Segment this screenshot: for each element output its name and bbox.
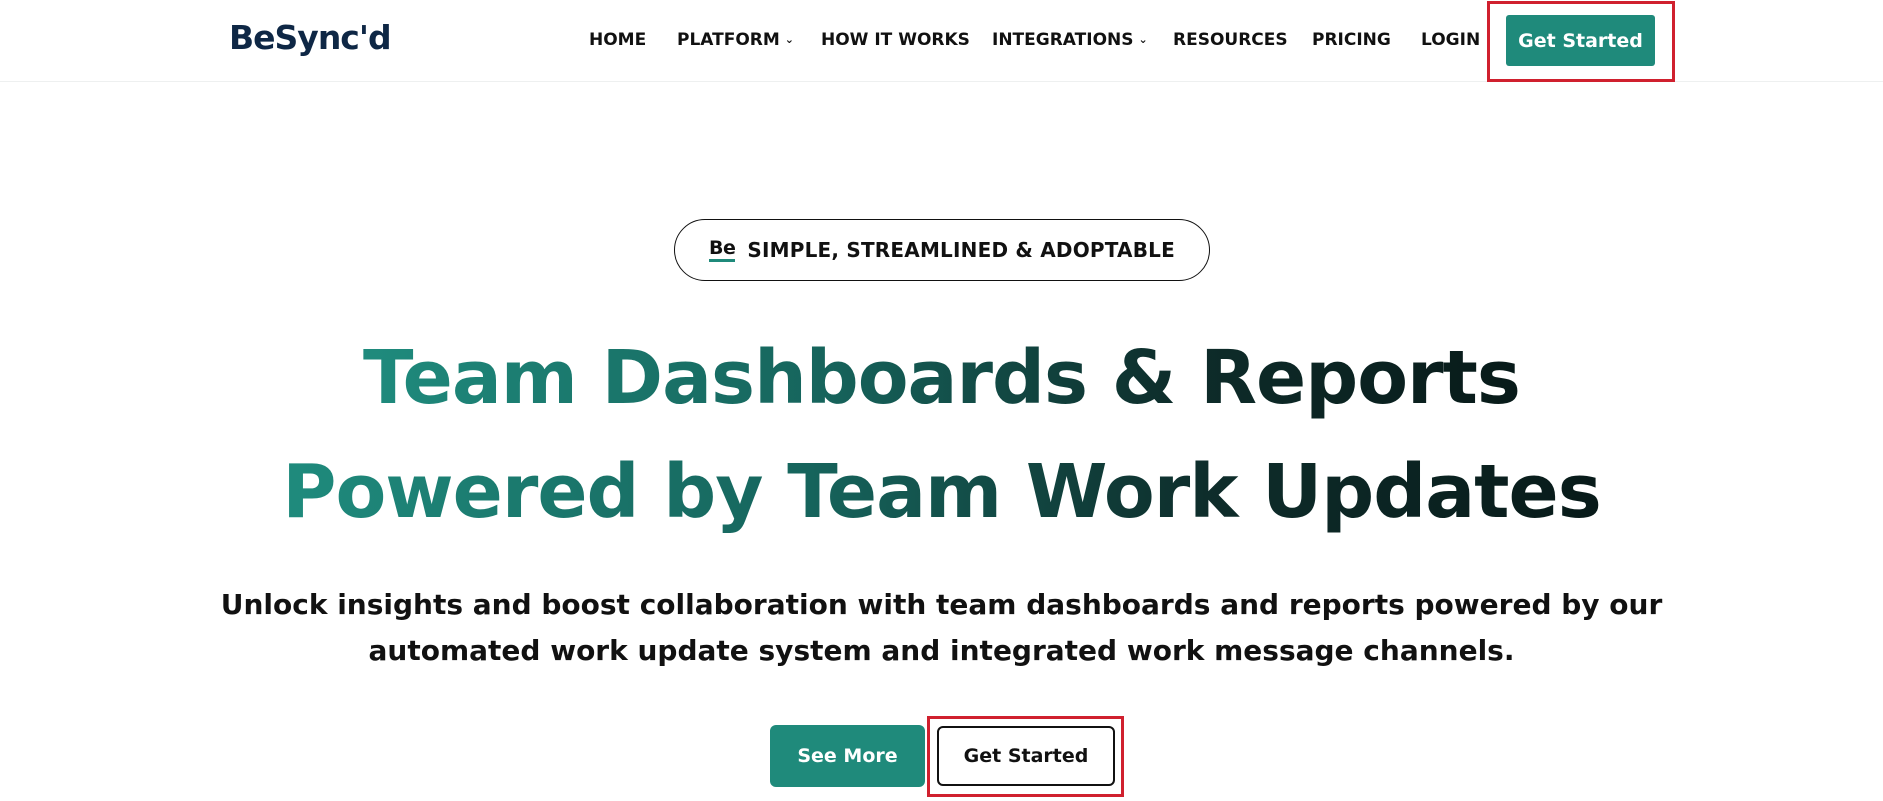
top-navbar: BeSync'd HOME PLATFORM ⌄ HOW IT WORKS INT… bbox=[0, 0, 1883, 82]
nav-item-pricing[interactable]: PRICING bbox=[1312, 29, 1391, 51]
nav-item-label: LOGIN bbox=[1421, 30, 1481, 50]
nav-item-label: HOW IT WORKS bbox=[821, 30, 970, 50]
nav-item-home[interactable]: HOME bbox=[589, 29, 646, 51]
hero-title-text: Powered by Team Work Updates bbox=[282, 449, 1602, 535]
nav-item-how-it-works[interactable]: HOW IT WORKS bbox=[821, 29, 970, 51]
nav-get-started-button[interactable]: Get Started bbox=[1506, 15, 1655, 66]
nav-item-label: PLATFORM bbox=[677, 30, 780, 50]
hero-title-line1: Team Dashboards & Reports bbox=[0, 322, 1883, 434]
see-more-button[interactable]: See More bbox=[770, 725, 925, 787]
nav-item-label: HOME bbox=[589, 30, 647, 50]
hero-title-text: Team Dashboards & Reports bbox=[363, 335, 1521, 421]
hero-get-started-button[interactable]: Get Started bbox=[937, 726, 1115, 786]
nav-item-label: RESOURCES bbox=[1173, 30, 1288, 50]
nav-item-login[interactable]: LOGIN bbox=[1421, 29, 1480, 51]
nav-item-integrations[interactable]: INTEGRATIONS ⌄ bbox=[992, 29, 1148, 51]
nav-item-platform[interactable]: PLATFORM ⌄ bbox=[677, 29, 794, 51]
hero-title-line2: Powered by Team Work Updates bbox=[0, 436, 1883, 548]
hero-subtitle: Unlock insights and boost collaboration … bbox=[220, 588, 1663, 667]
nav-item-label: PRICING bbox=[1312, 30, 1391, 50]
nav-item-label: INTEGRATIONS bbox=[992, 30, 1134, 50]
hero-badge: Be SIMPLE, STREAMLINED & ADOPTABLE bbox=[674, 219, 1210, 281]
chevron-down-icon: ⌄ bbox=[784, 33, 795, 46]
nav-item-resources[interactable]: RESOURCES bbox=[1173, 29, 1288, 51]
be-logo-icon: Be bbox=[709, 238, 736, 262]
badge-text: SIMPLE, STREAMLINED & ADOPTABLE bbox=[747, 238, 1175, 262]
chevron-down-icon: ⌄ bbox=[1138, 33, 1148, 46]
